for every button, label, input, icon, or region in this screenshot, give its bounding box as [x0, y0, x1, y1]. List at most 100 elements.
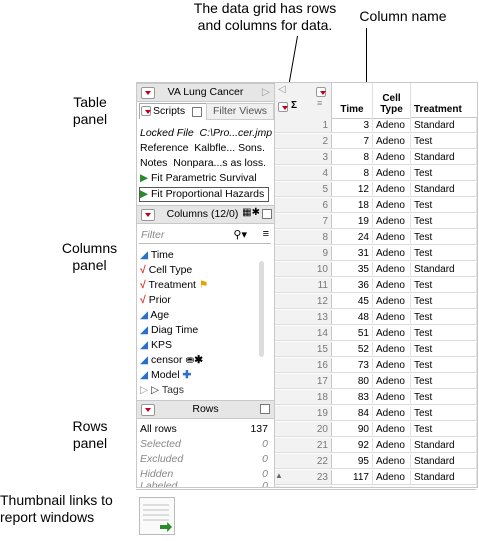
row-number[interactable]: 17 — [275, 374, 332, 389]
row-number[interactable]: 19 — [275, 406, 332, 421]
cell-cell-type[interactable]: Adeno — [373, 310, 411, 325]
row-state-filter-icon[interactable]: ≡ — [317, 98, 322, 108]
column-header-cell-type[interactable]: Cell Type — [373, 83, 411, 119]
rows-panel-header[interactable]: Rows — [137, 400, 274, 419]
row-number[interactable]: 5 — [275, 182, 332, 197]
cell-time[interactable]: 48 — [332, 310, 373, 325]
row-number[interactable]: 13 — [275, 310, 332, 325]
cell-cell-type[interactable]: Adeno — [373, 406, 411, 421]
column-item[interactable]: √ Treatment ⚑ — [140, 279, 208, 292]
columns-filter[interactable]: Filter ⚲▾ ≡ — [139, 228, 271, 244]
script-row[interactable]: ▶ Fit Parametric Survival — [140, 172, 257, 185]
cell-cell-type[interactable]: Adeno — [373, 278, 411, 293]
cell-time[interactable]: 31 — [332, 246, 373, 261]
cell-treatment[interactable]: Test — [411, 166, 477, 181]
cell-treatment[interactable]: Standard — [411, 470, 477, 485]
rows-item[interactable]: Labeled 0 — [140, 480, 268, 487]
column-item[interactable]: ◢ censor ⛂✱ — [140, 354, 203, 367]
cell-treatment[interactable]: Test — [411, 358, 477, 373]
cell-treatment[interactable]: Test — [411, 310, 477, 325]
cell-treatment[interactable]: Standard — [411, 486, 477, 487]
cell-cell-type[interactable]: Adeno — [373, 470, 411, 485]
cell-treatment[interactable]: Test — [411, 422, 477, 437]
cell-time[interactable]: 3 — [332, 118, 373, 133]
tab-filter-views[interactable]: Filter Views — [206, 103, 274, 120]
row-number[interactable]: 4 — [275, 166, 332, 181]
prop-row[interactable]: Locked File C:\Pro...cer.jmp — [140, 127, 272, 140]
cell-time[interactable]: 51 — [332, 326, 373, 341]
cell-cell-type[interactable]: Adeno — [373, 198, 411, 213]
table-panel-header[interactable]: VA Lung Cancer ▷ — [137, 83, 274, 102]
cell-treatment[interactable]: Standard — [411, 454, 477, 469]
column-header-time[interactable]: Time — [332, 83, 373, 119]
cell-cell-type[interactable]: Adeno — [373, 182, 411, 197]
row-number[interactable]: 9 — [275, 246, 332, 261]
cell-time[interactable]: 12 — [332, 182, 373, 197]
cell-cell-type[interactable]: Adeno — [373, 326, 411, 341]
cell-cell-type[interactable]: Adeno — [373, 262, 411, 277]
grid-scroll-up-icon[interactable]: ▲ — [275, 471, 289, 481]
row-number[interactable]: 8 — [275, 230, 332, 245]
cell-time[interactable]: 35 — [332, 262, 373, 277]
table-arrow-icon[interactable]: ▷ — [262, 86, 270, 98]
row-number[interactable]: 20 — [275, 422, 332, 437]
row-number[interactable]: 12 — [275, 294, 332, 309]
cell-cell-type[interactable]: Adeno — [373, 438, 411, 453]
cell-treatment[interactable]: Standard — [411, 150, 477, 165]
cell-cell-type[interactable]: Adeno — [373, 358, 411, 373]
cell-time[interactable]: 80 — [332, 374, 373, 389]
cell-cell-type[interactable]: Adeno — [373, 390, 411, 405]
grid-left-arrow-icon[interactable]: ◁ — [278, 84, 286, 95]
row-number[interactable]: 14 — [275, 326, 332, 341]
column-item[interactable]: √ Cell Type — [140, 264, 192, 277]
cell-treatment[interactable]: Test — [411, 198, 477, 213]
grid-column-red-triangle-icon[interactable] — [316, 87, 326, 97]
row-number[interactable]: 18 — [275, 390, 332, 405]
cell-cell-type[interactable]: Adeno — [373, 374, 411, 389]
cell-time[interactable]: 117 — [332, 470, 373, 485]
cell-cell-type[interactable]: Adeno — [373, 118, 411, 133]
cell-time[interactable]: 95 — [332, 454, 373, 469]
row-number[interactable]: 22 — [275, 454, 332, 469]
prop-row[interactable]: Reference Kalbfle... Sons. — [140, 142, 265, 155]
cell-treatment[interactable]: Test — [411, 390, 477, 405]
scripts-checkbox[interactable] — [192, 107, 202, 117]
tab-scripts[interactable]: Scripts — [139, 103, 207, 119]
row-number[interactable]: 3 — [275, 150, 332, 165]
column-item[interactable]: √ Prior — [140, 294, 171, 307]
column-item[interactable]: ◢ KPS — [140, 339, 172, 352]
script-row[interactable]: ▶ Fit Proportional Hazards — [139, 187, 270, 202]
cell-time[interactable]: 36 — [332, 278, 373, 293]
cell-time[interactable]: 7 — [332, 134, 373, 149]
cell-time[interactable]: 8 — [332, 166, 373, 181]
rows-close-box[interactable] — [260, 404, 270, 414]
filter-input[interactable]: Filter — [141, 229, 164, 241]
cell-cell-type[interactable]: Adeno — [373, 454, 411, 469]
cell-cell-type[interactable]: Adeno — [373, 134, 411, 149]
row-number[interactable]: 1 — [275, 118, 332, 133]
column-header-treatment[interactable]: Treatment — [411, 83, 477, 118]
column-item[interactable]: ◢ Diag Time — [140, 324, 198, 337]
cell-treatment[interactable]: Test — [411, 134, 477, 149]
cell-time[interactable]: 18 — [332, 198, 373, 213]
cell-treatment[interactable]: Test — [411, 230, 477, 245]
cell-treatment[interactable]: Standard — [411, 182, 477, 197]
report-thumbnail[interactable] — [139, 497, 175, 535]
cell-time[interactable]: 84 — [332, 406, 373, 421]
row-number[interactable]: 10 — [275, 262, 332, 277]
cell-time[interactable]: 132 — [332, 486, 373, 487]
cell-time[interactable]: 92 — [332, 438, 373, 453]
cell-treatment[interactable]: Test — [411, 342, 477, 357]
cell-time[interactable]: 52 — [332, 342, 373, 357]
prop-row[interactable]: Notes Nonpara...s as loss. — [140, 157, 266, 170]
column-item[interactable]: ◢ Time — [140, 249, 174, 262]
row-number[interactable]: 6 — [275, 198, 332, 213]
cell-treatment[interactable]: Test — [411, 278, 477, 293]
sigma-icon[interactable]: Σ — [291, 100, 297, 111]
row-number[interactable]: 15 — [275, 342, 332, 357]
cell-treatment[interactable]: Test — [411, 326, 477, 341]
cell-cell-type[interactable]: Adeno — [373, 486, 411, 487]
row-number[interactable]: 2 — [275, 134, 332, 149]
cell-time[interactable]: 8 — [332, 150, 373, 165]
cell-time[interactable]: 45 — [332, 294, 373, 309]
